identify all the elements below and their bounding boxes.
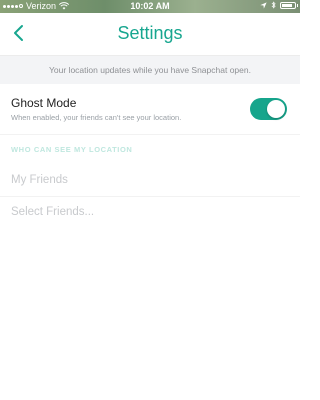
toggle-knob <box>267 100 285 118</box>
page-title: Settings <box>117 23 183 43</box>
ghost-mode-title: Ghost Mode <box>11 96 77 110</box>
option-my-friends: My Friends <box>11 174 68 186</box>
battery-icon <box>280 1 298 9</box>
ghost-mode-row: Ghost Mode When enabled, your friends ca… <box>0 84 300 134</box>
battery-level <box>282 3 292 7</box>
divider <box>0 196 300 197</box>
status-time: 10:02 AM <box>130 1 170 11</box>
bluetooth-icon <box>271 1 276 9</box>
status-bar: Verizon 10:02 AM <box>0 0 300 13</box>
divider <box>0 134 300 135</box>
option-select-friends: Select Friends... <box>11 206 95 218</box>
ghost-mode-subtitle: When enabled, your friends can't see you… <box>11 113 182 122</box>
status-right <box>260 1 298 9</box>
section-header-who-can-see: WHO CAN SEE MY LOCATION <box>11 145 133 154</box>
nav-bar: Settings <box>0 13 300 56</box>
location-info-text: Your location updates while you have Sna… <box>0 56 300 84</box>
ghost-mode-toggle[interactable] <box>250 98 287 120</box>
location-arrow-icon <box>260 1 267 9</box>
